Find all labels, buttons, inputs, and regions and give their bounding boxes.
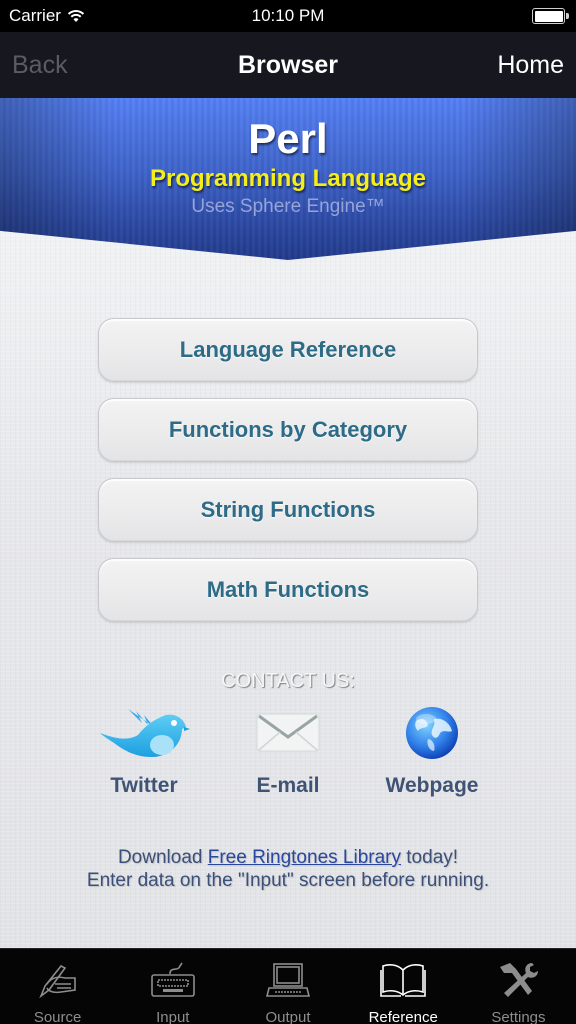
download-suffix: today! bbox=[401, 847, 459, 868]
page-title: Browser bbox=[237, 51, 339, 79]
tab-input-label: Input bbox=[156, 1009, 190, 1024]
twitter-contact[interactable]: Twitter bbox=[84, 702, 204, 798]
engine-credit: Uses Sphere Engine™ bbox=[191, 196, 385, 217]
twitter-bird-icon bbox=[100, 709, 190, 757]
tab-source-label: Source bbox=[33, 1009, 82, 1024]
tab-output[interactable]: Output bbox=[230, 949, 345, 1024]
hand-pen-icon bbox=[38, 964, 76, 998]
navigation-bar: Back Browser Home bbox=[0, 32, 576, 98]
free-ringtones-link[interactable]: Free Ringtones Library bbox=[208, 847, 401, 868]
laptop-icon bbox=[265, 963, 311, 997]
header-banner: Perl Programming Language Uses Sphere En… bbox=[0, 98, 576, 260]
download-line: Download Free Ringtones Library today! bbox=[0, 846, 576, 869]
language-name: Perl bbox=[248, 115, 328, 162]
tab-input[interactable]: Input bbox=[115, 949, 230, 1024]
tab-settings-label: Settings bbox=[491, 1009, 546, 1024]
math-functions-button[interactable]: Math Functions bbox=[98, 558, 478, 622]
tab-reference-label: Reference bbox=[368, 1009, 438, 1024]
tools-icon bbox=[500, 963, 539, 997]
string-functions-button[interactable]: String Functions bbox=[98, 478, 478, 542]
envelope-icon bbox=[256, 713, 320, 752]
tab-source[interactable]: Source bbox=[0, 949, 115, 1024]
reference-menu: Language Reference Functions by Category… bbox=[98, 318, 478, 638]
home-button[interactable]: Home bbox=[497, 51, 564, 80]
email-label: E-mail bbox=[256, 774, 320, 797]
functions-by-category-button[interactable]: Functions by Category bbox=[98, 398, 478, 462]
twitter-label: Twitter bbox=[110, 774, 178, 797]
tab-output-label: Output bbox=[265, 1009, 311, 1024]
contact-title: CONTACT US: bbox=[221, 670, 355, 692]
input-hint: Enter data on the "Input" screen before … bbox=[86, 870, 490, 891]
tab-reference[interactable]: Reference bbox=[346, 949, 461, 1024]
globe-icon bbox=[406, 707, 458, 759]
open-book-icon bbox=[380, 964, 427, 997]
webpage-contact[interactable]: Webpage bbox=[372, 702, 492, 798]
tab-bar: Source Input Output Reference Settings bbox=[0, 948, 576, 1024]
battery-icon bbox=[532, 8, 569, 24]
keyboard-icon bbox=[150, 962, 195, 997]
status-bar: Carrier 10:10 PM bbox=[0, 0, 576, 32]
footer-message: Download Free Ringtones Library today! E… bbox=[0, 846, 576, 892]
status-time: 10:10 PM bbox=[251, 6, 325, 25]
webpage-label: Webpage bbox=[385, 774, 479, 797]
download-prefix: Download bbox=[117, 847, 208, 868]
email-contact[interactable]: E-mail bbox=[228, 702, 348, 798]
banner-subtitle: Programming Language bbox=[149, 165, 427, 192]
language-reference-button[interactable]: Language Reference bbox=[98, 318, 478, 382]
tab-settings[interactable]: Settings bbox=[461, 949, 576, 1024]
